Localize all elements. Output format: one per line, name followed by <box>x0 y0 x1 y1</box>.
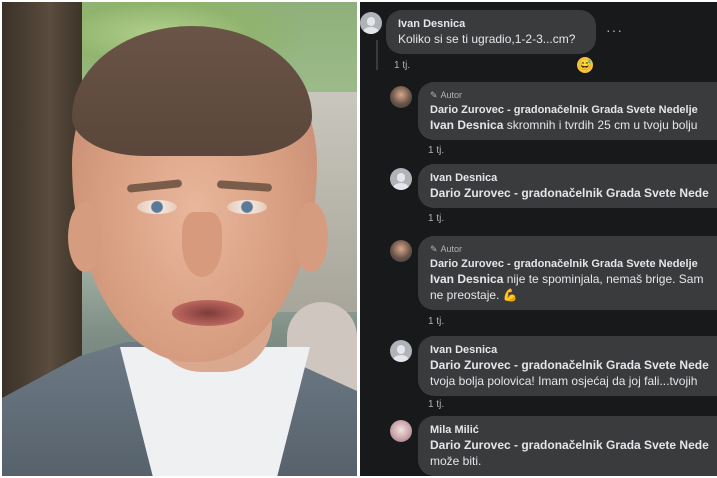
comment-text: Dario Zurovec - gradonačelnik Grada Svet… <box>430 437 717 453</box>
left-eye <box>137 200 177 214</box>
comment-bubble: Ivan Desnica Koliko si se ti ugradio,1-2… <box>386 10 596 54</box>
mention-link[interactable]: Dario Zurovec - gradonačelnik Grada Svet… <box>430 358 709 372</box>
mention-link[interactable]: Ivan Desnica <box>430 118 503 132</box>
reply-bubble: Ivan Desnica Dario Zurovec - gradonačeln… <box>418 336 717 396</box>
comment-timestamp[interactable]: 1 tj. <box>428 399 444 410</box>
user-avatar[interactable] <box>390 420 412 442</box>
right-eye <box>227 200 267 214</box>
comment-timestamp[interactable]: 1 tj. <box>428 213 444 224</box>
mention-link[interactable]: Dario Zurovec - gradonačelnik Grada Svet… <box>430 438 709 452</box>
more-options-icon[interactable]: ··· <box>606 22 623 38</box>
comment-timestamp[interactable]: 1 tj. <box>428 145 444 156</box>
comment-author[interactable]: Dario Zurovec - gradonačelnik Grada Svet… <box>430 257 717 271</box>
comment-text: Ivan Desnica skromnih i tvrdih 25 cm u t… <box>430 117 717 133</box>
comment-text: Koliko si se ti ugradio,1-2-3...cm? <box>398 32 576 46</box>
comment-author[interactable]: Ivan Desnica <box>430 343 717 357</box>
pencil-icon: ✎ <box>430 90 438 100</box>
left-ear <box>68 202 102 272</box>
author-badge: ✎ Autor <box>430 243 717 255</box>
user-avatar[interactable] <box>390 340 412 362</box>
mention-link[interactable]: Ivan Desnica <box>430 272 503 286</box>
laugh-sweat-reaction-icon[interactable]: 😅 <box>577 57 593 73</box>
author-badge: ✎ Autor <box>430 89 717 101</box>
comment-body: skromnih i tvrdih 25 cm u tvoju bolju <box>503 118 698 132</box>
comment-text: Ivan Desnica nije te spominjala, nemaš b… <box>430 271 717 287</box>
news-photo <box>2 2 357 476</box>
comment-text: Dario Zurovec - gradonačelnik Grada Svet… <box>430 185 717 201</box>
comment-text-line2: tvoja bolja polovica! Imam osjećaj da jo… <box>430 374 698 388</box>
comment-author[interactable]: Mila Milić <box>430 423 717 437</box>
author-badge-label: Autor <box>440 90 463 100</box>
right-ear <box>294 202 328 272</box>
reply-bubble: ✎ Autor Dario Zurovec - gradonačelnik Gra… <box>418 236 717 310</box>
comment-text: Dario Zurovec - gradonačelnik Grada Svet… <box>430 357 717 373</box>
reply-bubble: ✎ Autor Dario Zurovec - gradonačelnik Gra… <box>418 82 717 140</box>
comment-timestamp[interactable]: 1 tj. <box>394 60 410 71</box>
reply-bubble: Ivan Desnica Dario Zurovec - gradonačeln… <box>418 164 717 208</box>
pencil-icon: ✎ <box>430 244 438 254</box>
comment-text-line2: može biti. <box>430 454 482 468</box>
thread-line <box>376 40 378 70</box>
comment-timestamp[interactable]: 1 tj. <box>428 316 444 327</box>
author-badge-label: Autor <box>440 244 463 254</box>
mouth <box>172 300 244 326</box>
reply-bubble: Mila Milić Dario Zurovec - gradonačelnik… <box>418 416 717 476</box>
comment-body: nije te spominjala, nemaš brige. Sam <box>503 272 704 286</box>
author-avatar[interactable] <box>390 86 412 108</box>
comment-author[interactable]: Dario Zurovec - gradonačelnik Grada Svet… <box>430 103 717 117</box>
mention-link[interactable]: Dario Zurovec - gradonačelnik Grada Svet… <box>430 186 709 200</box>
user-avatar[interactable] <box>390 168 412 190</box>
author-avatar[interactable] <box>390 240 412 262</box>
comment-author[interactable]: Ivan Desnica <box>430 171 717 185</box>
comment-author[interactable]: Ivan Desnica <box>398 17 584 31</box>
comment-text-line2: ne preostaje. 💪 <box>430 288 518 302</box>
nose <box>182 212 222 277</box>
comment-thread: Ivan Desnica Koliko si se ti ugradio,1-2… <box>360 2 717 476</box>
user-avatar[interactable] <box>360 12 382 34</box>
